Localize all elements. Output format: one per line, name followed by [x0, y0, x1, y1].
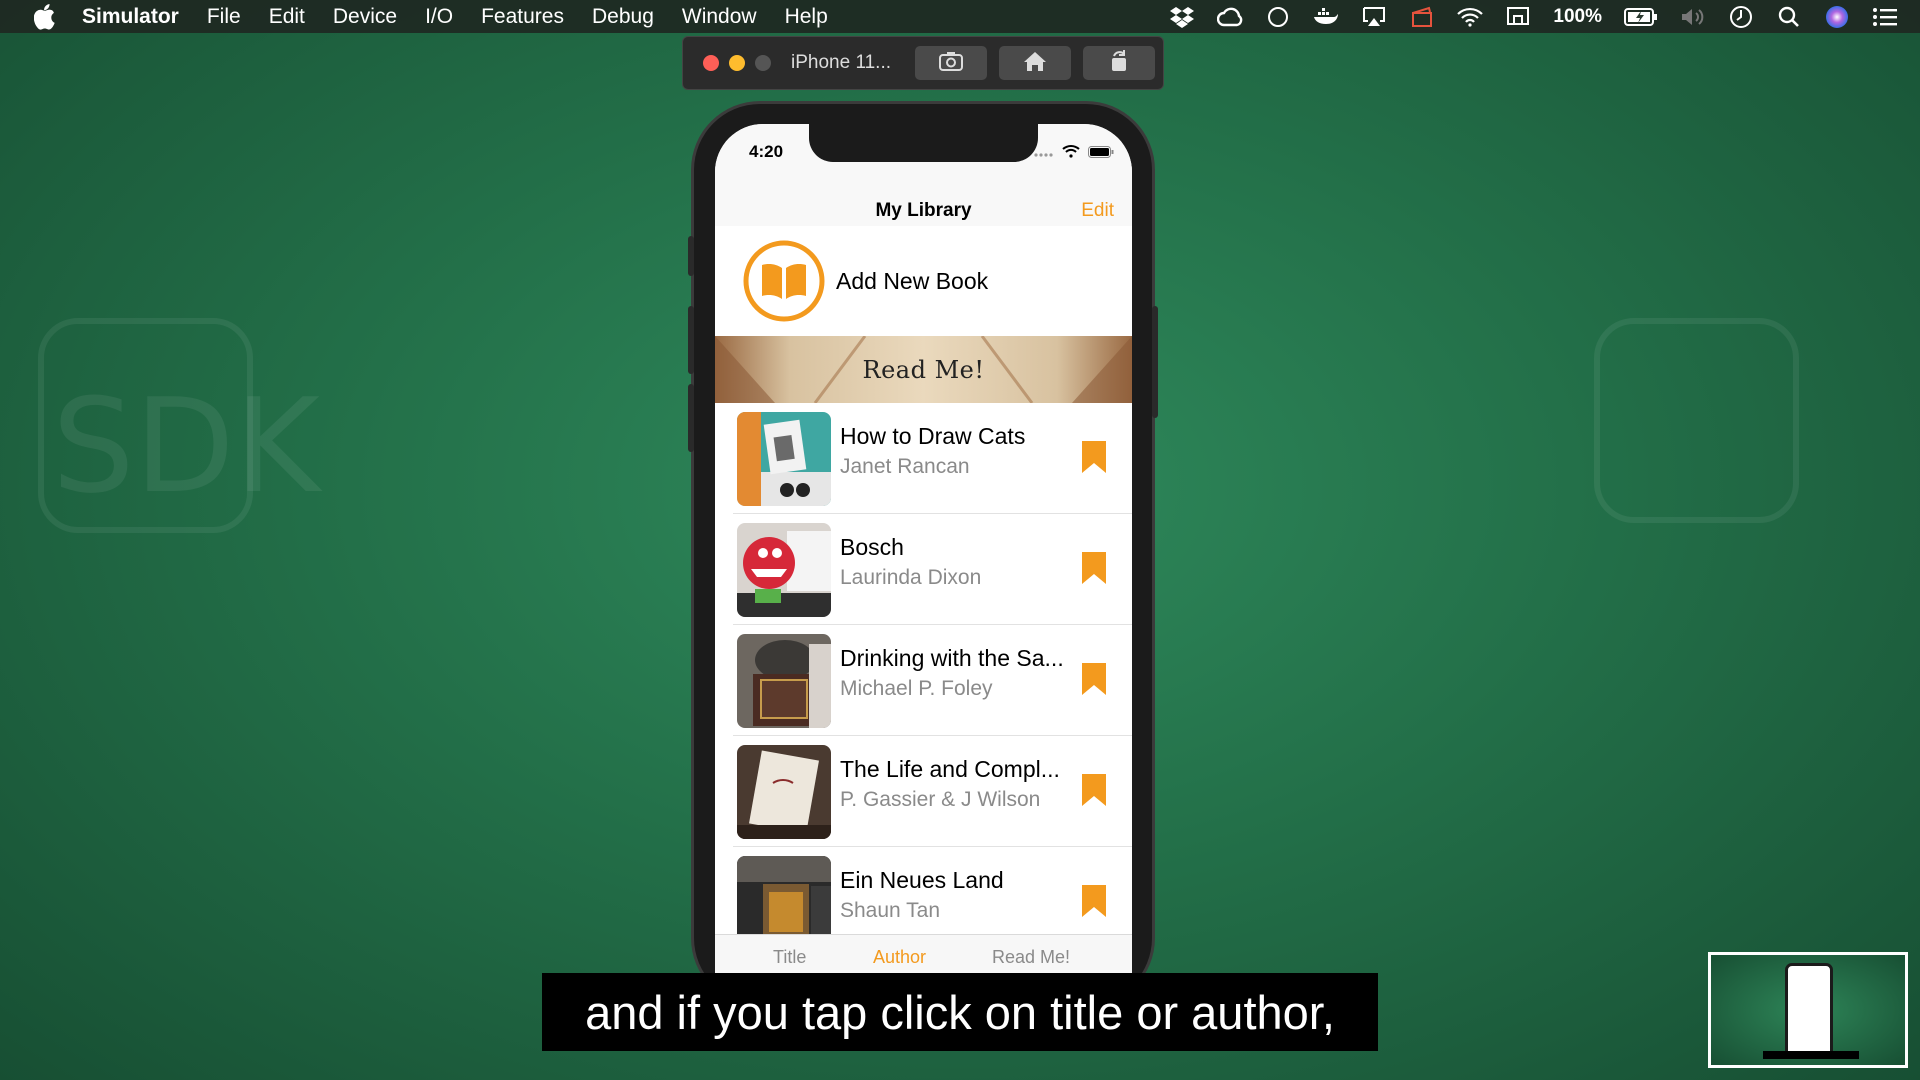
- book-title: How to Draw Cats: [840, 423, 1026, 449]
- video-caption: and if you tap click on title or author,: [542, 973, 1378, 1051]
- notch: [809, 124, 1038, 162]
- book-cover: [737, 634, 831, 728]
- clock-icon[interactable]: [1728, 5, 1754, 28]
- screen-thumbnail: [1708, 952, 1908, 1068]
- creative-cloud-icon[interactable]: [1217, 6, 1243, 28]
- menu-help[interactable]: Help: [785, 5, 828, 29]
- book-author: Janet Rancan: [840, 455, 970, 478]
- screenshot-button[interactable]: [915, 46, 987, 80]
- home-button[interactable]: [999, 46, 1071, 80]
- book-title: Bosch: [840, 534, 904, 560]
- wifi-icon[interactable]: [1457, 6, 1484, 28]
- bookmark-icon[interactable]: [1080, 883, 1108, 919]
- wallpaper-swift-badge: [1594, 318, 1799, 523]
- rotate-icon: [1106, 49, 1132, 78]
- book-author: P. Gassier & J Wilson: [840, 788, 1041, 811]
- docker-icon[interactable]: [1313, 6, 1339, 28]
- menu-file[interactable]: File: [207, 5, 241, 29]
- side-button-volume-up: [688, 306, 694, 374]
- wallpaper-sdk-text: SDK: [52, 370, 320, 522]
- menu-edit[interactable]: Edit: [269, 5, 305, 29]
- bookmark-icon[interactable]: [1080, 439, 1108, 475]
- menu-debug[interactable]: Debug: [592, 5, 654, 29]
- status-icons: [1034, 144, 1114, 163]
- close-window-button[interactable]: [703, 55, 719, 71]
- bookmark-icon[interactable]: [1080, 661, 1108, 697]
- menu-bar: Simulator File Edit Device I/O Features …: [0, 0, 1920, 33]
- status-time: 4:20: [749, 142, 784, 161]
- ios-status-bar: 4:20: [715, 124, 1132, 184]
- airplay-icon[interactable]: [1361, 6, 1387, 28]
- phone-screen: 4:20 My Library Edit Add New Book Read M…: [715, 124, 1132, 1004]
- book-cover: [737, 523, 831, 617]
- zoom-window-button[interactable]: [755, 55, 771, 71]
- list-item[interactable]: How to Draw Cats Janet Rancan: [715, 403, 1132, 514]
- menu-device[interactable]: Device: [333, 5, 397, 29]
- dropbox-icon[interactable]: [1169, 6, 1195, 28]
- menu-bar-status-area: 100%: [1169, 0, 1898, 33]
- clapper-icon[interactable]: [1409, 6, 1435, 28]
- read-me-section-header: Read Me!: [715, 336, 1132, 403]
- minimize-window-button[interactable]: [729, 55, 745, 71]
- list-item[interactable]: Bosch Laurinda Dixon: [715, 514, 1132, 625]
- book-title: The Life and Compl...: [840, 756, 1060, 782]
- menu-window[interactable]: Window: [682, 5, 757, 29]
- book-list: How to Draw Cats Janet Rancan Bosch Laur…: [715, 403, 1132, 934]
- section-header-title: Read Me!: [862, 355, 985, 384]
- tab-author[interactable]: Author: [873, 947, 926, 968]
- list-item[interactable]: Drinking with the Sa... Michael P. Foley: [715, 625, 1132, 736]
- battery-icon[interactable]: [1624, 6, 1658, 28]
- bookmark-icon[interactable]: [1080, 772, 1108, 808]
- add-new-book-label: Add New Book: [836, 267, 989, 294]
- menu-app-name[interactable]: Simulator: [82, 5, 179, 29]
- nav-title: My Library: [875, 200, 972, 221]
- edit-button[interactable]: Edit: [1081, 200, 1114, 222]
- menu-features[interactable]: Features: [481, 5, 564, 29]
- list-item[interactable]: The Life and Compl... P. Gassier & J Wil…: [715, 736, 1132, 847]
- book-author: Shaun Tan: [840, 899, 941, 922]
- signal-dots-icon: [1034, 145, 1054, 163]
- add-new-book-row[interactable]: Add New Book: [715, 226, 1132, 336]
- display-icon[interactable]: [1505, 6, 1531, 28]
- book-cover: [737, 856, 831, 934]
- simulator-device-title: iPhone 11...: [791, 52, 892, 73]
- phone-battery-icon: [1088, 145, 1114, 163]
- book-author: Michael P. Foley: [840, 677, 993, 700]
- tab-read-me[interactable]: Read Me!: [992, 947, 1070, 968]
- bookmark-icon[interactable]: [1080, 550, 1108, 586]
- book-title: Ein Neues Land: [840, 867, 1004, 893]
- apple-icon[interactable]: [28, 3, 62, 30]
- simulator-toolbar: iPhone 11...: [682, 36, 1164, 90]
- side-button-silent: [688, 236, 694, 276]
- menu-io[interactable]: I/O: [425, 5, 453, 29]
- tab-title[interactable]: Title: [773, 947, 806, 968]
- side-button-power: [1152, 306, 1158, 418]
- battery-percentage: 100%: [1553, 5, 1602, 27]
- rotate-button[interactable]: [1083, 46, 1155, 80]
- list-item[interactable]: Ein Neues Land Shaun Tan: [715, 847, 1132, 934]
- book-cover: [737, 745, 831, 839]
- thumbnail-caption: [1763, 1051, 1859, 1059]
- phone-wifi-icon: [1062, 144, 1080, 163]
- book-title: Drinking with the Sa...: [840, 645, 1064, 671]
- home-icon: [1022, 50, 1048, 77]
- circle-icon[interactable]: [1265, 6, 1291, 28]
- thumbnail-phone: [1785, 963, 1833, 1059]
- search-icon[interactable]: [1776, 6, 1802, 28]
- side-button-volume-down: [688, 384, 694, 452]
- siri-icon[interactable]: [1824, 5, 1850, 28]
- list-icon[interactable]: [1872, 6, 1898, 28]
- book-author: Laurinda Dixon: [840, 566, 982, 589]
- volume-icon[interactable]: [1680, 6, 1706, 28]
- screenshot-icon: [938, 50, 964, 77]
- book-cover: [737, 412, 831, 506]
- open-book-icon: [742, 239, 826, 323]
